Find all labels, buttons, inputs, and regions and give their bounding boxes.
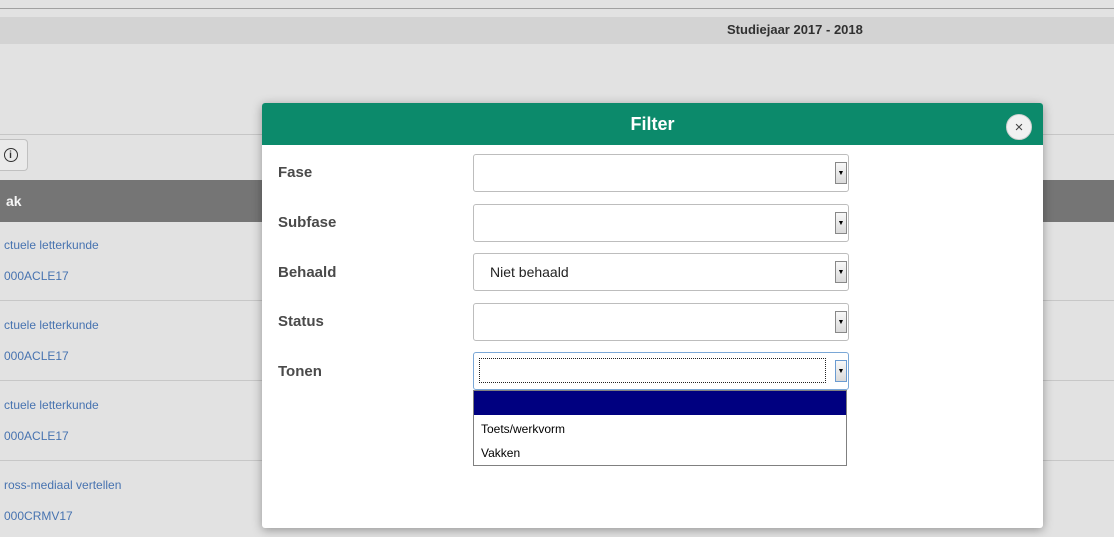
fase-select[interactable]: ▼ bbox=[473, 154, 849, 192]
dialog-title: Filter bbox=[630, 114, 675, 134]
tonen-option-vakken[interactable]: Vakken bbox=[474, 441, 846, 465]
close-icon: × bbox=[1014, 118, 1024, 136]
behaald-label: Behaald bbox=[278, 264, 337, 281]
tonen-focus-ring bbox=[479, 358, 826, 383]
subfase-label: Subfase bbox=[278, 214, 337, 231]
tonen-option-empty[interactable] bbox=[474, 391, 846, 415]
chevron-down-icon[interactable]: ▼ bbox=[835, 311, 847, 333]
status-label: Status bbox=[278, 313, 324, 330]
status-select[interactable]: ▼ bbox=[473, 303, 849, 341]
chevron-down-icon[interactable]: ▼ bbox=[835, 212, 847, 234]
tonen-dropdown-list: Toets/werkvorm Vakken bbox=[473, 390, 847, 466]
subfase-select[interactable]: ▼ bbox=[473, 204, 849, 242]
close-button[interactable]: × bbox=[1006, 114, 1032, 140]
tonen-label: Tonen bbox=[278, 363, 322, 380]
filter-dialog: Filter × Fase ▼ Subfase ▼ Behaald Niet b… bbox=[262, 103, 1043, 528]
behaald-select-value: Niet behaald bbox=[490, 264, 569, 280]
page: Studiejaar 2017 - 2018 i ak ctuele lette… bbox=[0, 0, 1114, 537]
chevron-down-icon[interactable]: ▼ bbox=[835, 261, 847, 283]
tonen-option-toets-werkvorm[interactable]: Toets/werkvorm bbox=[474, 417, 846, 441]
tonen-select[interactable]: ▼ bbox=[473, 352, 849, 390]
fase-label: Fase bbox=[278, 164, 313, 181]
behaald-select[interactable]: Niet behaald ▼ bbox=[473, 253, 849, 291]
chevron-down-icon[interactable]: ▼ bbox=[835, 162, 847, 184]
chevron-down-icon[interactable]: ▼ bbox=[835, 360, 847, 382]
